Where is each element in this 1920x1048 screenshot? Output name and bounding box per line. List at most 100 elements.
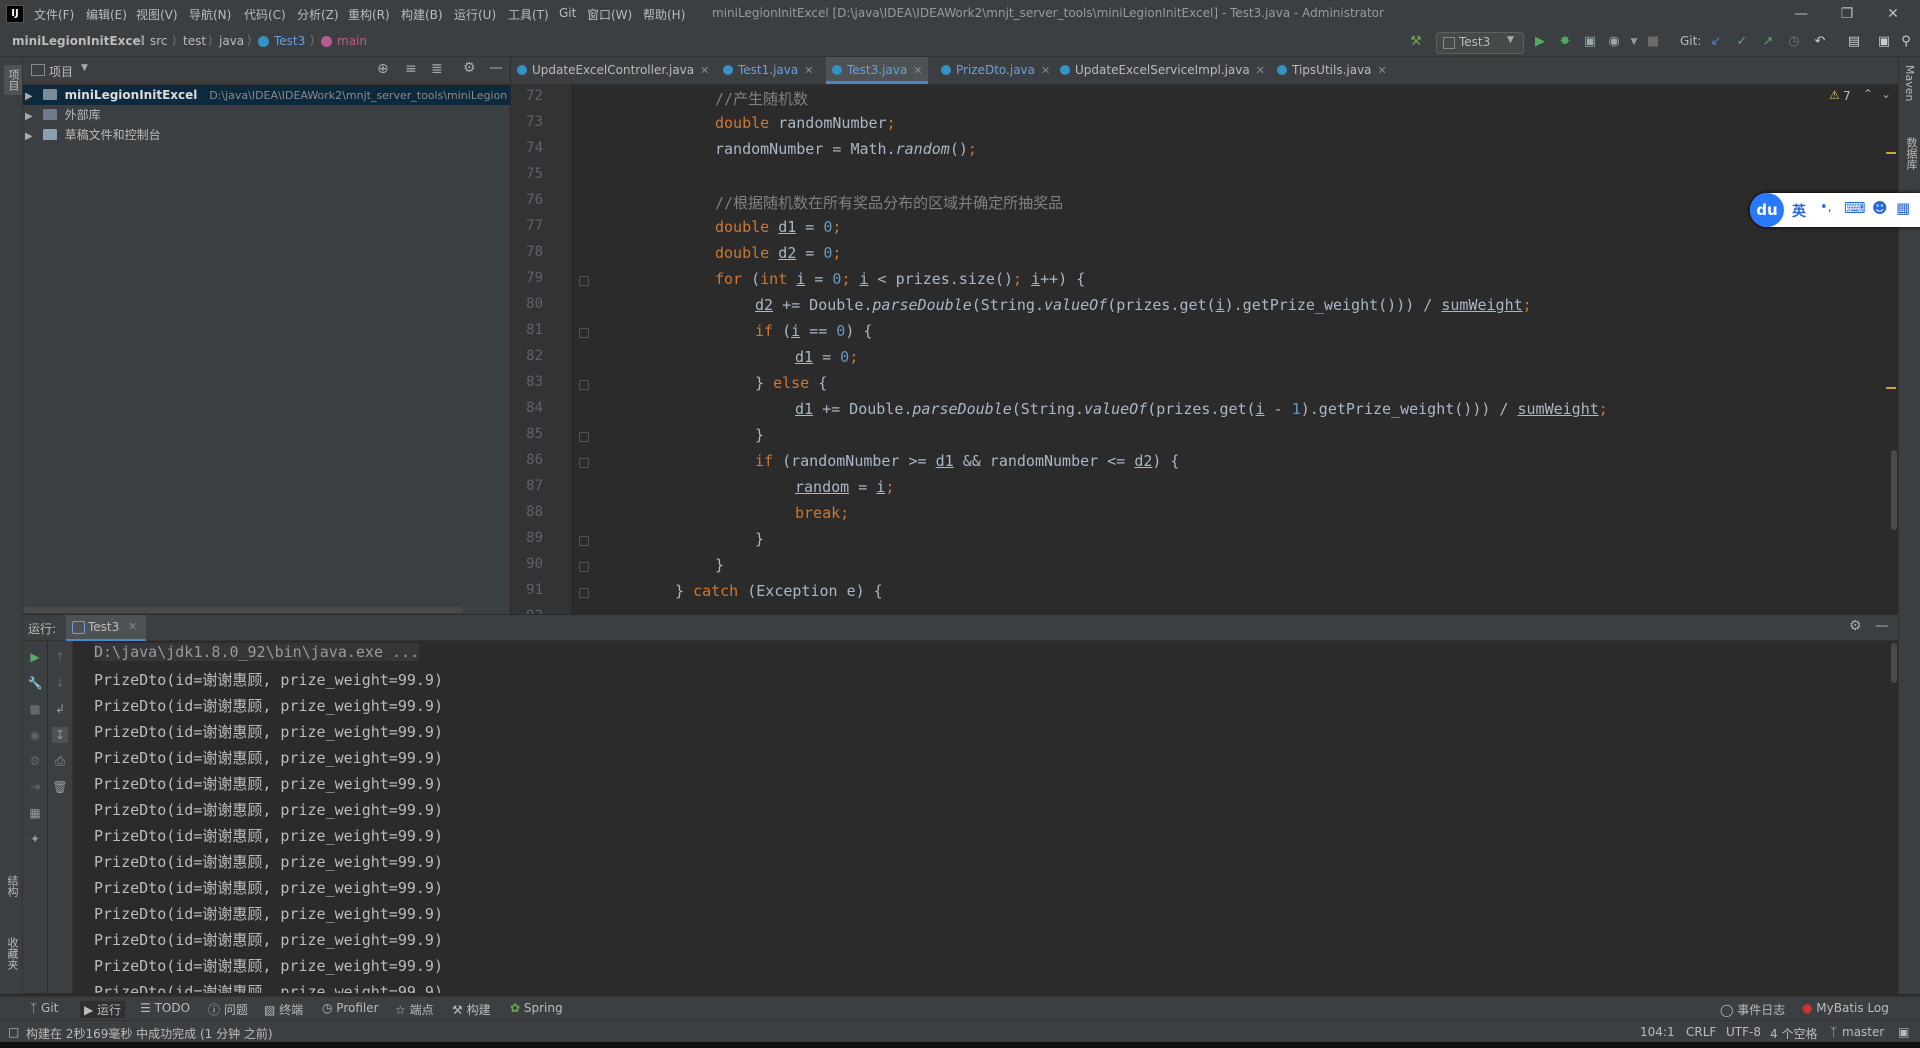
stop-icon[interactable]: ■: [1645, 34, 1661, 50]
tree-item-scratches[interactable]: ▶ 草稿文件和控制台: [23, 125, 510, 145]
arrow-down-icon[interactable]: ↓: [52, 675, 68, 691]
trash-icon[interactable]: 🗑: [52, 779, 68, 795]
tab-tipsutils[interactable]: TipsUtils.java ✕: [1271, 57, 1393, 84]
expand-all-icon[interactable]: ≡: [405, 61, 417, 77]
menu-run[interactable]: 运行(U): [454, 6, 496, 23]
git-rollback-icon[interactable]: ↶: [1812, 34, 1828, 50]
git-commit-icon[interactable]: ✓: [1734, 34, 1750, 50]
camera-icon[interactable]: ◉: [27, 727, 43, 743]
code-editor[interactable]: 72 73 74 75 76 77 78 79 80 81 82 83 84 85 86 87 88 89 90 91…: [511, 85, 1898, 614]
tool-spring[interactable]: ✿ Spring: [510, 1001, 563, 1015]
run-tab-test3[interactable]: Test3 ✕: [66, 615, 146, 641]
close-icon[interactable]: ✕: [1378, 64, 1387, 77]
project-structure-icon[interactable]: ▤: [1846, 34, 1862, 50]
run-icon[interactable]: ▶: [1532, 34, 1548, 50]
stop-icon[interactable]: ■: [27, 701, 43, 717]
gear-icon[interactable]: ⚙: [463, 60, 476, 76]
chevron-right-icon[interactable]: ▶: [25, 87, 37, 105]
close-icon[interactable]: ✕: [700, 64, 709, 77]
horizontal-scrollbar[interactable]: [23, 607, 463, 613]
breadcrumb-src[interactable]: src: [150, 34, 168, 48]
print-icon[interactable]: ⎙: [52, 753, 68, 769]
breadcrumb-test[interactable]: test: [183, 34, 206, 48]
hide-icon[interactable]: —: [489, 60, 503, 76]
hide-icon[interactable]: —: [1875, 618, 1889, 634]
tab-prizedto[interactable]: PrizeDto.java ✕: [935, 57, 1056, 84]
line-separator[interactable]: CRLF: [1686, 1025, 1716, 1039]
warning-icon[interactable]: ⚠: [1829, 88, 1840, 102]
locate-icon[interactable]: ⊕: [377, 61, 389, 77]
tool-profiler[interactable]: ◷ Profiler: [322, 1001, 379, 1015]
ime-punctuation[interactable]: •,: [1820, 200, 1832, 215]
settings-icon[interactable]: ⚙: [27, 753, 43, 769]
tree-item-root[interactable]: ▶ miniLegionInitExcel D:\java\IDEA\IDEAW…: [23, 85, 510, 105]
vertical-scrollbar[interactable]: [1891, 450, 1897, 530]
layout-icon[interactable]: ▣: [1876, 34, 1892, 50]
console-scrollbar[interactable]: [1891, 643, 1897, 683]
menu-analyze[interactable]: 分析(Z): [297, 6, 339, 23]
scroll-to-end-icon[interactable]: ↧: [52, 727, 68, 743]
restore-button[interactable]: ❐: [1824, 2, 1870, 26]
profiler-icon[interactable]: ◉: [1606, 34, 1622, 50]
warning-count[interactable]: 7: [1843, 89, 1851, 103]
close-icon[interactable]: ✕: [1256, 64, 1265, 77]
fold-marker-icon[interactable]: [579, 432, 589, 442]
tool-event-log[interactable]: ◯ 事件日志: [1720, 1001, 1785, 1018]
arrow-up-icon[interactable]: ↑: [52, 649, 68, 665]
debug-icon[interactable]: ✸: [1557, 34, 1573, 50]
tool-build[interactable]: ⚒ 构建: [452, 1001, 491, 1018]
favorites-tool-button[interactable]: 收藏夹: [4, 937, 20, 970]
layout-icon[interactable]: ▦: [27, 805, 43, 821]
menu-refactor[interactable]: 重构(R): [348, 6, 390, 23]
lock-icon[interactable]: ▣: [1898, 1025, 1909, 1039]
file-encoding[interactable]: UTF-8: [1726, 1025, 1761, 1039]
minimize-button[interactable]: —: [1778, 2, 1824, 26]
breadcrumb-project[interactable]: miniLegionInitExcel: [12, 34, 145, 48]
tool-run[interactable]: ▶ 运行: [80, 1001, 126, 1018]
breadcrumb-java[interactable]: java: [219, 34, 244, 48]
menu-edit[interactable]: 编辑(E): [86, 6, 127, 23]
close-icon[interactable]: ✕: [1041, 64, 1050, 77]
tool-todo[interactable]: ☰ TODO: [140, 1001, 190, 1015]
chevron-down-icon[interactable]: ⌄: [1881, 87, 1891, 101]
menu-tools[interactable]: 工具(T): [508, 6, 549, 23]
tree-item-external-libraries[interactable]: ▶ 外部库: [23, 105, 510, 125]
project-tool-button[interactable]: 项目: [4, 65, 22, 95]
search-icon[interactable]: ⚲: [1898, 34, 1914, 50]
fold-marker-icon[interactable]: [579, 380, 589, 390]
pin-icon[interactable]: ✦: [27, 831, 43, 847]
menu-window[interactable]: 窗口(W): [587, 6, 632, 23]
intellij-logo-icon[interactable]: IJ: [6, 5, 24, 23]
chevron-right-icon[interactable]: ▶: [25, 107, 37, 125]
menu-code[interactable]: 代码(C): [244, 6, 286, 23]
run-configuration-select[interactable]: Test3 ▼: [1436, 32, 1524, 54]
indent-setting[interactable]: 4 个空格: [1770, 1025, 1817, 1042]
menu-file[interactable]: 文件(F): [34, 6, 74, 23]
chevron-down-icon[interactable]: ▼: [81, 63, 88, 73]
menu-help[interactable]: 帮助(H): [643, 6, 685, 23]
cursor-position[interactable]: 104:1: [1640, 1025, 1675, 1039]
coverage-icon[interactable]: ▣: [1582, 34, 1598, 50]
chevron-right-icon[interactable]: ▶: [25, 127, 37, 145]
project-panel-title[interactable]: 项目: [49, 63, 73, 80]
build-hammer-icon[interactable]: ⚒: [1408, 34, 1424, 50]
rerun-icon[interactable]: ▶: [27, 649, 43, 665]
status-icon[interactable]: □: [8, 1025, 19, 1039]
close-button[interactable]: ✕: [1870, 2, 1916, 26]
fold-marker-icon[interactable]: [579, 562, 589, 572]
fold-marker-icon[interactable]: [579, 588, 589, 598]
tab-test1[interactable]: Test1.java ✕: [717, 57, 819, 84]
tab-updateexcelserviceimpl[interactable]: UpdateExcelServiceImpl.java ✕: [1054, 57, 1271, 84]
warning-marker[interactable]: [1886, 387, 1896, 389]
soft-wrap-icon[interactable]: ↲: [52, 701, 68, 717]
ime-toolbar[interactable]: du 英 •, ⌨ ☻ ▦: [1750, 193, 1920, 227]
menu-navigate[interactable]: 导航(N): [189, 6, 231, 23]
chevron-up-icon[interactable]: ⌃: [1863, 87, 1873, 101]
breadcrumb-class[interactable]: Test3: [274, 34, 305, 48]
menu-view[interactable]: 视图(V): [136, 6, 178, 23]
breadcrumb-method[interactable]: main: [337, 34, 367, 48]
tool-terminal[interactable]: ▧ 终端: [264, 1001, 303, 1018]
database-tool-button[interactable]: 数据库: [1903, 137, 1919, 170]
exit-icon[interactable]: ⇥: [27, 779, 43, 795]
tab-updateexcelcontroller[interactable]: UpdateExcelController.java ✕: [511, 57, 715, 84]
